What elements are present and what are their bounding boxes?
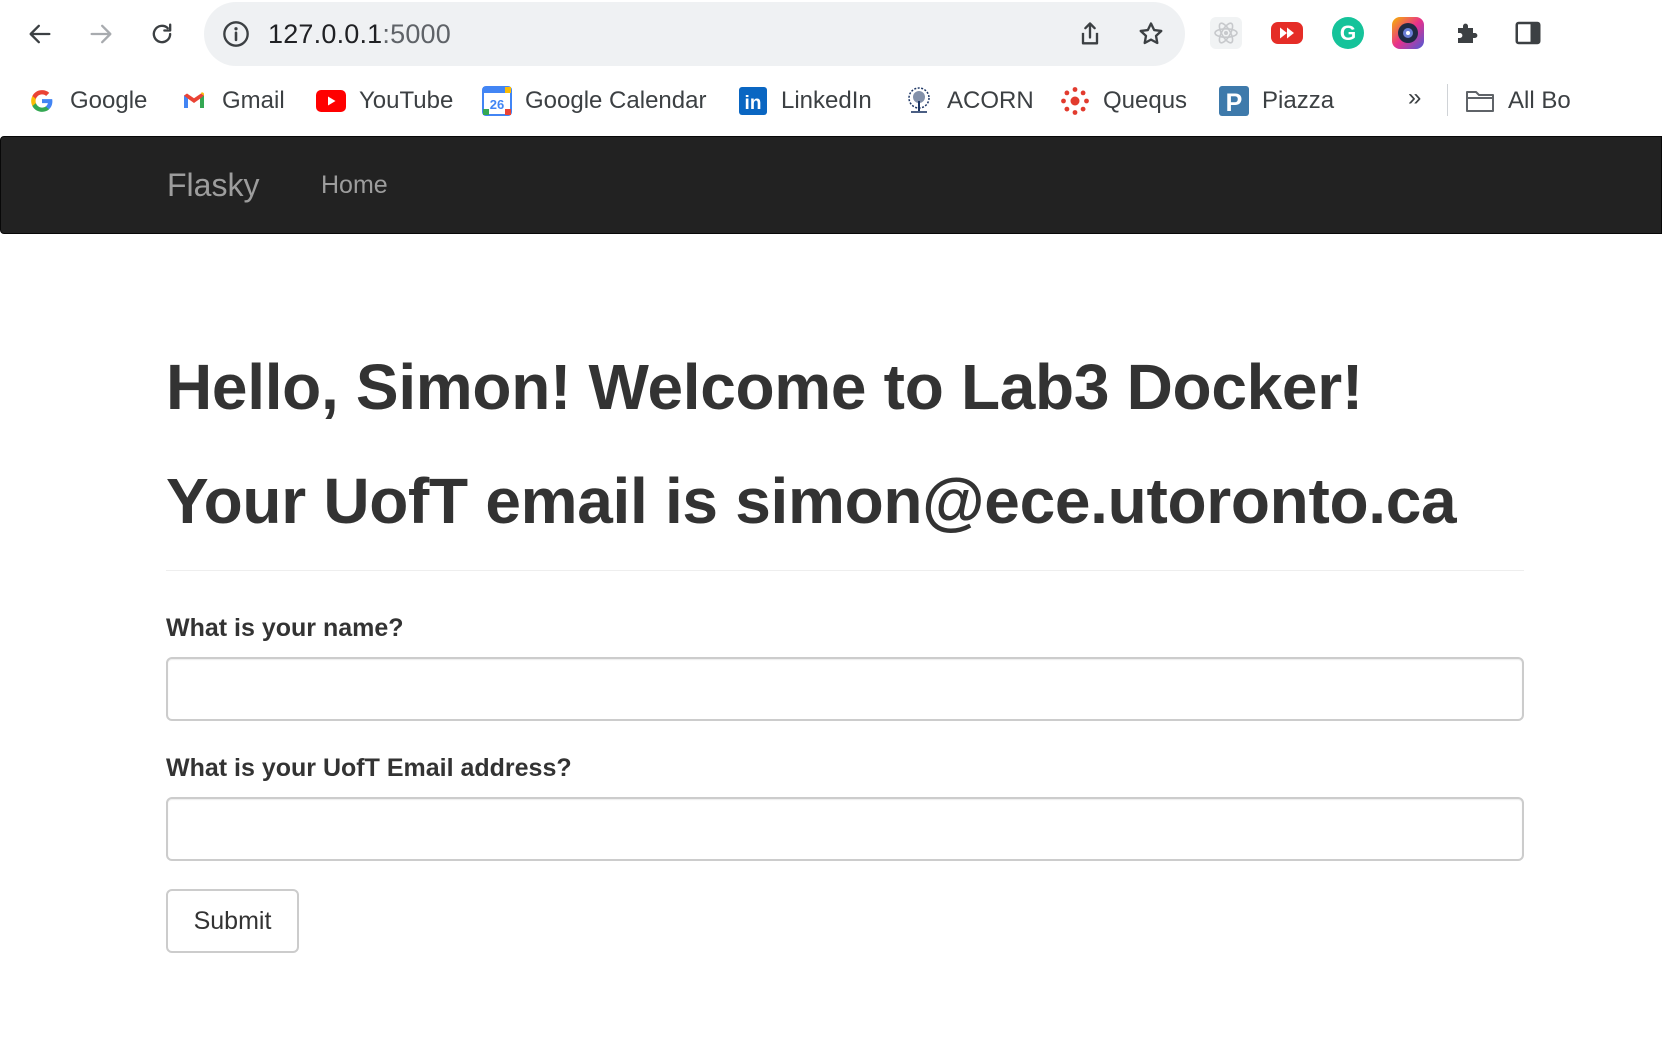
submit-button[interactable]: Submit [166, 889, 299, 953]
email-label: What is your UofT Email address? [166, 754, 572, 782]
bookmark-label: Gmail [222, 87, 285, 114]
email-heading: Your UofT email is simon@ece.utoronto.ca [166, 465, 1457, 537]
bookmark-google-calendar[interactable]: 26 Google Calendar [482, 84, 706, 118]
bookmark-youtube[interactable]: YouTube [316, 84, 453, 118]
camera-extension-icon [1392, 17, 1424, 49]
linkedin-icon: in [738, 86, 768, 116]
all-bookmarks-label: All Bo [1508, 87, 1571, 114]
react-devtools-extension[interactable] [1209, 16, 1243, 50]
grammarly-letter: G [1340, 22, 1356, 45]
browser-toolbar: 127.0.0.1:5000 G [0, 0, 1662, 68]
header-divider [166, 570, 1524, 571]
grammarly-extension[interactable]: G [1331, 16, 1365, 50]
folder-icon [1465, 86, 1495, 116]
quercus-icon [1060, 86, 1090, 116]
bookmarks-separator [1447, 84, 1448, 116]
bookmark-label: YouTube [359, 87, 454, 114]
side-panel-button[interactable] [1511, 16, 1545, 50]
youtube-extension-icon [1271, 22, 1303, 44]
puzzle-icon [1458, 23, 1478, 43]
reload-button[interactable] [142, 14, 182, 54]
navbar-brand[interactable]: Flasky [167, 167, 259, 204]
extensions-menu-button[interactable] [1451, 16, 1485, 50]
bookmark-google[interactable]: Google [27, 84, 147, 118]
url-text: 127.0.0.1:5000 [268, 19, 451, 50]
reload-icon [152, 23, 172, 44]
bookmark-label: Google [70, 87, 148, 114]
google-calendar-icon: 26 [482, 86, 512, 116]
bookmark-piazza[interactable]: P Piazza [1219, 84, 1334, 118]
bookmark-label: Piazza [1262, 87, 1335, 114]
email-input[interactable] [166, 797, 1524, 861]
share-icon [1081, 22, 1099, 45]
youtube-icon [316, 86, 346, 116]
url-host: 127.0.0.1 [268, 19, 383, 49]
site-info-icon[interactable] [222, 20, 250, 48]
gmail-icon [179, 86, 209, 116]
bookmark-label: LinkedIn [781, 87, 872, 114]
site-navbar: Flasky Home [0, 136, 1662, 234]
piazza-badge: P [1226, 89, 1243, 116]
nav-link-home[interactable]: Home [321, 171, 388, 200]
all-bookmarks-button[interactable]: All Bo [1465, 84, 1662, 118]
forward-button[interactable] [81, 14, 121, 54]
bookmark-star-button[interactable] [1135, 18, 1167, 50]
share-button[interactable] [1074, 18, 1106, 50]
react-devtools-icon [1210, 17, 1242, 49]
bookmark-label: Quequs [1103, 87, 1188, 114]
bookmark-linkedin[interactable]: in LinkedIn [738, 84, 872, 118]
side-panel-icon [1515, 21, 1541, 45]
bookmark-quercus[interactable]: Quequs [1060, 84, 1187, 118]
youtube-extension[interactable] [1270, 16, 1304, 50]
bookmark-acorn[interactable]: ACORN [904, 84, 1034, 118]
bookmark-label: ACORN [947, 87, 1034, 114]
forward-arrow-icon [90, 24, 112, 44]
linkedin-badge: in [745, 93, 762, 114]
grammarly-icon: G [1332, 17, 1364, 49]
bookmarks-overflow-button[interactable]: » [1408, 84, 1421, 112]
back-button[interactable] [20, 14, 60, 54]
calendar-badge: 26 [490, 97, 504, 112]
acorn-tree-icon [904, 86, 934, 116]
camera-extension[interactable] [1391, 16, 1425, 50]
piazza-icon: P [1219, 86, 1249, 116]
url-port: :5000 [382, 19, 451, 49]
name-label: What is your name? [166, 614, 404, 642]
google-icon [27, 86, 57, 116]
greeting-heading: Hello, Simon! Welcome to Lab3 Docker! [166, 351, 1363, 423]
back-arrow-icon [29, 24, 51, 44]
star-icon [1139, 22, 1163, 45]
address-bar[interactable]: 127.0.0.1:5000 [204, 2, 1185, 66]
name-input[interactable] [166, 657, 1524, 721]
bookmark-gmail[interactable]: Gmail [179, 84, 285, 118]
bookmark-label: Google Calendar [525, 87, 707, 114]
